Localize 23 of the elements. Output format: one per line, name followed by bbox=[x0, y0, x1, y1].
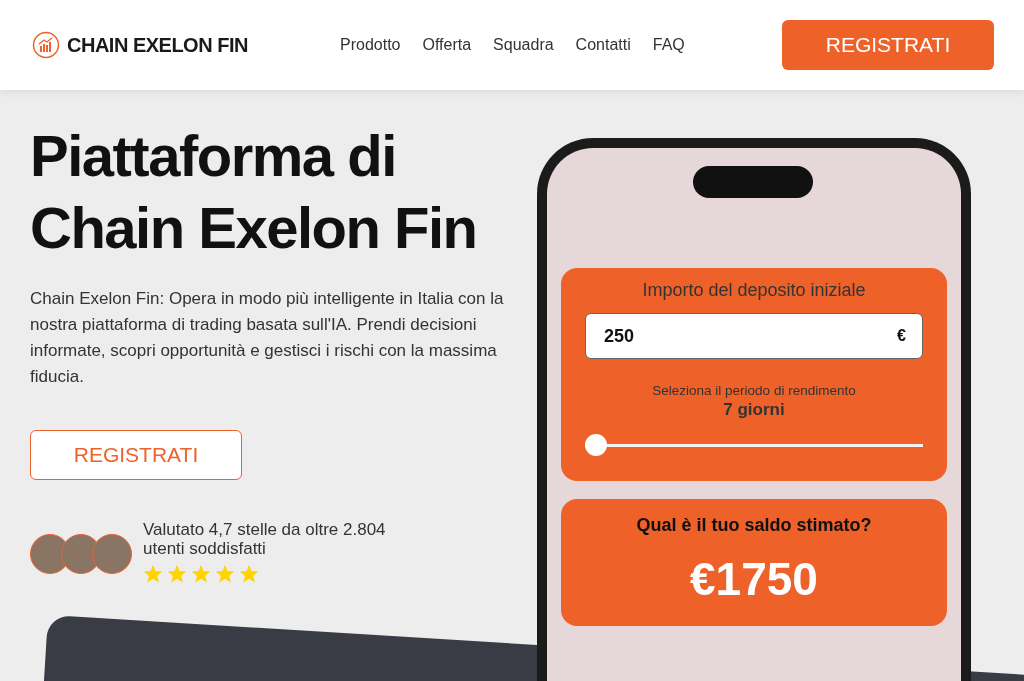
period-value: 7 giorni bbox=[723, 400, 785, 420]
hero-description: Chain Exelon Fin: Opera in modo più intelligente in Italia con la nostra piattaforma di trading basata sull'IA. Prendi decisioni informate, scopri opportunità e gestisci i rischi con la massima fiducia. bbox=[30, 288, 505, 388]
star-icon bbox=[143, 564, 163, 583]
nav-link[interactable]: Offerta bbox=[422, 36, 472, 54]
result-value: €1750 bbox=[690, 552, 818, 606]
result-label: Qual è il tuo saldo stimato? bbox=[636, 515, 872, 536]
nav-link[interactable]: Squadra bbox=[493, 36, 554, 54]
nav-link[interactable]: FAQ bbox=[652, 36, 685, 54]
nav-link[interactable]: Contatti bbox=[575, 36, 631, 54]
rating-text: Valutato 4,7 stelle da oltre 2.804 utenti soddisfatti bbox=[143, 520, 387, 558]
star-icon bbox=[239, 564, 259, 583]
bar-chart-logo-icon bbox=[32, 31, 60, 59]
deposit-label: Importo del deposito iniziale bbox=[642, 280, 866, 301]
avatar-placeholder bbox=[92, 534, 132, 574]
period-label: Seleziona il periodo di rendimento bbox=[652, 383, 856, 398]
star-icon bbox=[191, 564, 211, 583]
hero-title: Piattaforma di Chain Exelon Fin bbox=[30, 122, 478, 262]
star-icon bbox=[167, 564, 187, 583]
nav-link[interactable]: Prodotto bbox=[340, 36, 401, 54]
slider-thumb[interactable] bbox=[585, 434, 607, 456]
brand-name: CHAIN EXELON FIN bbox=[67, 33, 248, 57]
deposit-input[interactable]: 250 € bbox=[585, 313, 923, 359]
star-icon bbox=[215, 564, 235, 583]
